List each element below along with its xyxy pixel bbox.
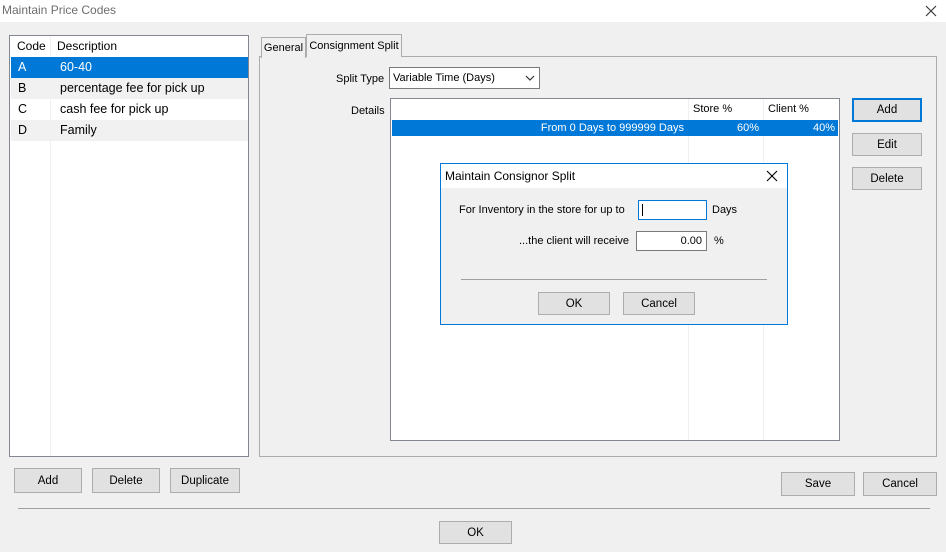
dialog-ok-button[interactable]: OK	[538, 292, 610, 315]
list-item-description: cash fee for pick up	[60, 102, 169, 116]
chevron-down-icon	[524, 72, 536, 84]
range-cell: From 0 Days to 999999 Days	[540, 122, 684, 134]
text-cursor	[642, 204, 643, 216]
close-icon[interactable]	[764, 168, 780, 184]
add-price-code-button[interactable]: Add	[14, 468, 82, 493]
list-item-code: A	[18, 60, 27, 74]
details-label: Details	[351, 105, 385, 117]
delete-split-button[interactable]: Delete	[852, 167, 922, 190]
store-percent-header[interactable]: Store %	[693, 103, 732, 115]
tab-consignment-split[interactable]: Consignment Split	[306, 34, 402, 57]
table-row[interactable]: From 0 Days to 999999 Days 60% 40%	[392, 120, 838, 136]
split-type-value: Variable Time (Days)	[393, 72, 495, 84]
save-button[interactable]: Save	[781, 472, 855, 496]
window-title: Maintain Price Codes	[2, 3, 117, 17]
window-title-bar	[0, 0, 946, 22]
list-item[interactable]: D Family	[11, 120, 248, 141]
list-item-description: 60-40	[60, 60, 92, 74]
add-split-button[interactable]: Add	[852, 98, 922, 122]
client-percent-header[interactable]: Client %	[768, 103, 809, 115]
tab-general[interactable]: General	[261, 37, 306, 58]
split-type-dropdown[interactable]: Variable Time (Days)	[389, 67, 540, 89]
price-code-list[interactable]: Code Description A 60-40 B percentage fe…	[9, 35, 249, 457]
delete-price-code-button[interactable]: Delete	[92, 468, 160, 493]
consignor-split-dialog: Maintain Consignor Split For Inventory i…	[440, 163, 788, 325]
store-percent-cell: 60%	[736, 122, 759, 134]
duplicate-price-code-button[interactable]: Duplicate	[170, 468, 240, 493]
code-column-header[interactable]: Code	[17, 39, 46, 53]
list-item[interactable]: B percentage fee for pick up	[11, 78, 248, 99]
cancel-button[interactable]: Cancel	[863, 472, 937, 496]
percent-unit-label: %	[714, 235, 724, 247]
footer-divider	[18, 508, 930, 509]
edit-split-button[interactable]: Edit	[852, 133, 922, 156]
client-percent-input[interactable]: 0.00	[636, 231, 707, 251]
split-type-label: Split Type	[336, 73, 385, 85]
inventory-days-label: For Inventory in the store for up to	[459, 204, 625, 216]
dialog-divider	[461, 279, 767, 280]
list-item-code: D	[18, 123, 28, 137]
client-receive-label: ...the client will receive	[519, 235, 630, 247]
list-item-description: percentage fee for pick up	[60, 81, 205, 95]
days-unit-label: Days	[712, 204, 738, 216]
ok-button[interactable]: OK	[439, 521, 512, 544]
description-column-header[interactable]: Description	[57, 39, 117, 53]
client-percent-cell: 40%	[812, 122, 835, 134]
dialog-cancel-button[interactable]: Cancel	[623, 292, 695, 315]
list-item-code: B	[18, 81, 27, 95]
close-icon[interactable]	[922, 2, 940, 20]
client-percent-input-value: 0.00	[680, 235, 702, 247]
list-item-code: C	[18, 102, 28, 116]
list-item[interactable]: A 60-40	[11, 57, 248, 78]
dialog-title: Maintain Consignor Split	[445, 169, 576, 183]
days-input[interactable]	[638, 200, 707, 220]
list-item-description: Family	[60, 123, 97, 137]
list-item[interactable]: C cash fee for pick up	[11, 99, 248, 120]
